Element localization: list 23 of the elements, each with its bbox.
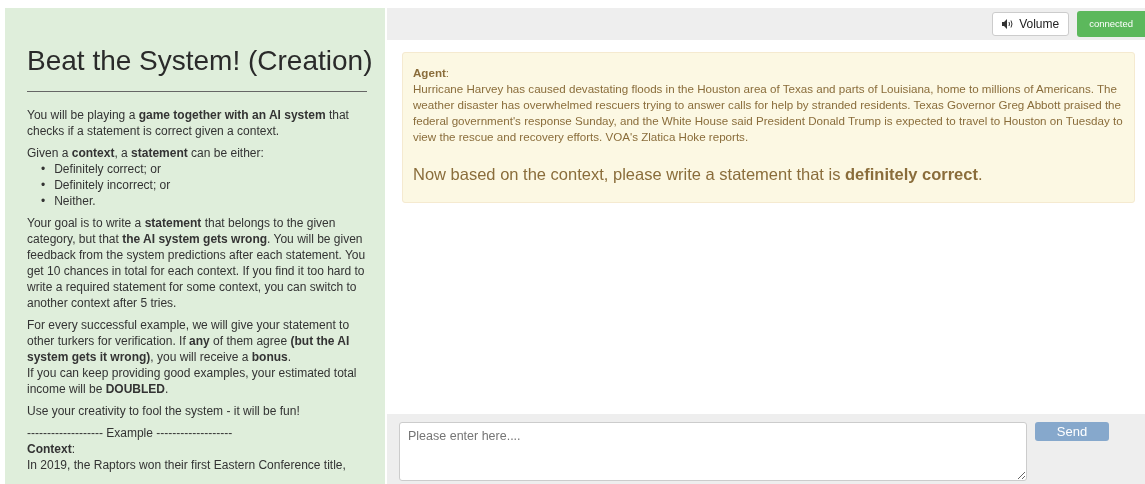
speaker-icon (1002, 19, 1015, 29)
bullet-icon: • (41, 161, 46, 177)
page-title: Beat the System! (Creation) (27, 44, 373, 78)
category-option: Definitely correct; or (54, 161, 161, 177)
statement-input[interactable]: Please enter here.... (399, 422, 1027, 481)
goal-paragraph: Your goal is to write a statement that belongs to the given category, but that the AI system gets wrong. You will be given feedback from the system predictions after each statement. You get 10 chances in total for each context. If you find it too hard to write a required statement for some context, you can switch to another context after 5 tries. (27, 215, 367, 311)
intro-paragraph: You will be playing a game together with an AI system that checks if a statement is correct given a context. (27, 107, 350, 139)
income-paragraph: If you can keep providing good examples, your estimated total income will be DOUBLED. (27, 365, 358, 397)
category-option: Neither. (54, 193, 96, 209)
volume-button[interactable]: Volume (992, 12, 1070, 36)
example-context: In 2019, the Raptors won their first Eastern Conference title, (27, 457, 347, 473)
bullet-icon: • (41, 193, 46, 209)
instruction-prompt: Now based on the context, please write a statement that is definitely correct. (413, 164, 984, 184)
category-intro: Given a context, a statement can be either: (27, 145, 265, 161)
category-option: Definitely incorrect; or (54, 177, 171, 193)
example-divider: ------------------- Example ------------------- (27, 425, 234, 441)
encouragement-text: Use your creativity to fool the system - it will be fun! (27, 403, 301, 419)
bonus-paragraph: For every successful example, we will give your statement to other turkers for verification. If any of them agree (but the AI system gets it wrong), you will receive a bonus. (27, 317, 351, 365)
connection-status: connected (1077, 11, 1145, 37)
bullet-icon: • (41, 177, 46, 193)
context-text: Hurricane Harvey has caused devastating floods in the Houston area of Texas and parts of Louisiana, home to millions of Americans. The weather disaster has overwhelmed rescuers trying to answer calls for help by stranded residents. Texas Governor Greg Abbott praised the federal government's response Sunday, and the White House said President Donald Trump is expected to travel to Houston on Tuesday to view the rescue and recovery efforts. VOA's Zlatica Hoke reports. (413, 81, 1124, 145)
sender-label: Agent: (413, 65, 451, 81)
context-label: Context: (27, 441, 76, 457)
